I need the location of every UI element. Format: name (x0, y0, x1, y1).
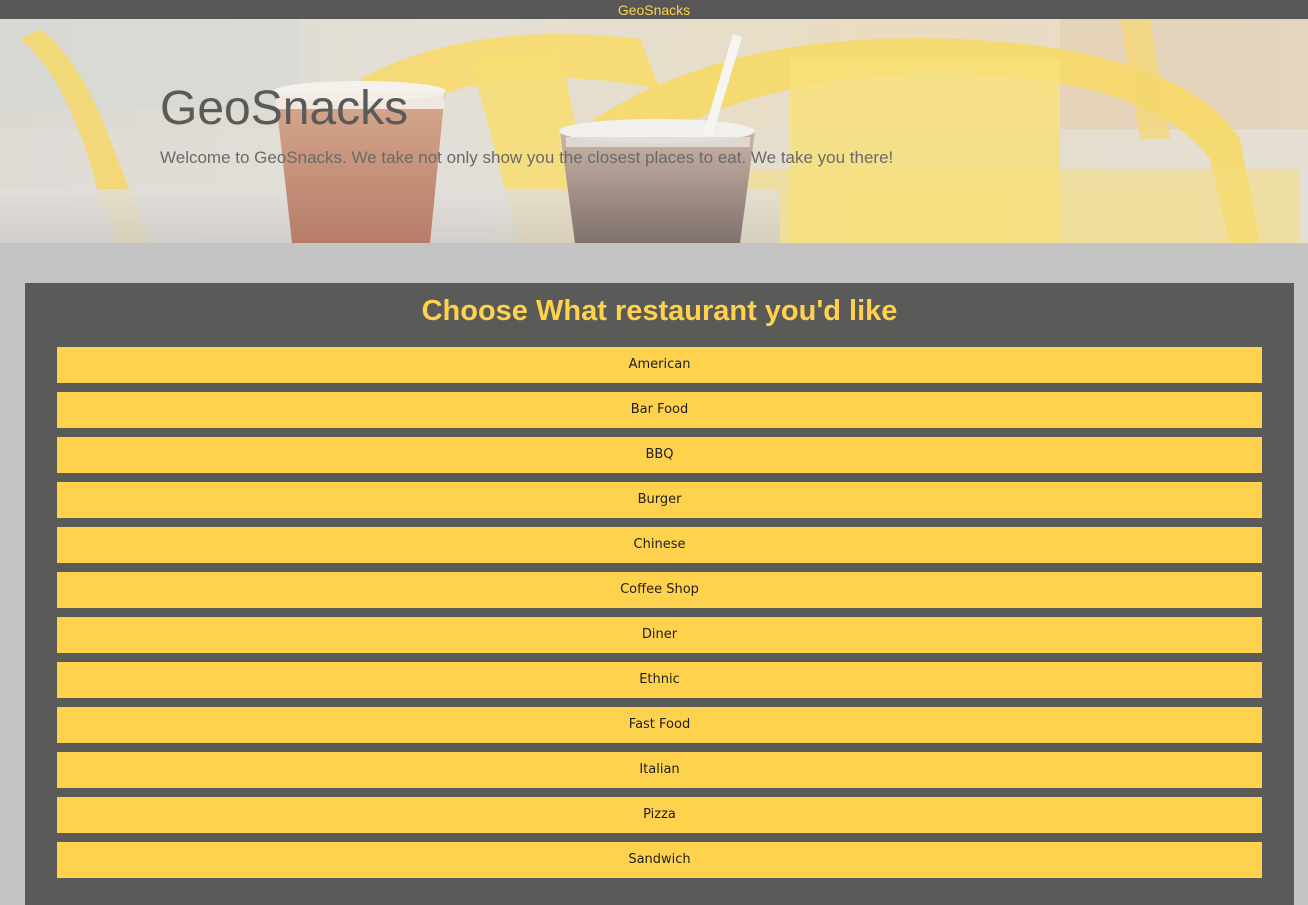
option-diner[interactable]: Diner (57, 617, 1262, 653)
option-burger[interactable]: Burger (57, 482, 1262, 518)
top-bar: GeoSnacks (0, 0, 1308, 19)
option-american[interactable]: American (57, 347, 1262, 383)
panel-heading: Choose What restaurant you'd like (421, 295, 898, 327)
option-bar-food[interactable]: Bar Food (57, 392, 1262, 428)
site-name[interactable]: GeoSnacks (618, 3, 690, 17)
option-pizza[interactable]: Pizza (57, 797, 1262, 833)
hero-title: GeoSnacks (160, 82, 409, 135)
option-ethnic[interactable]: Ethnic (57, 662, 1262, 698)
option-coffee-shop[interactable]: Coffee Shop (57, 572, 1262, 608)
option-bbq[interactable]: BBQ (57, 437, 1262, 473)
option-fast-food[interactable]: Fast Food (57, 707, 1262, 743)
hero-subtitle: Welcome to GeoSnacks. We take not only s… (160, 148, 894, 167)
restaurant-chooser-panel: Choose What restaurant you'd like Americ… (25, 283, 1294, 905)
restaurant-options-list: American Bar Food BBQ Burger Chinese Cof… (57, 347, 1262, 887)
option-chinese[interactable]: Chinese (57, 527, 1262, 563)
hero-banner: GeoSnacks Welcome to GeoSnacks. We take … (0, 19, 1308, 243)
option-sandwich[interactable]: Sandwich (57, 842, 1262, 878)
option-italian[interactable]: Italian (57, 752, 1262, 788)
